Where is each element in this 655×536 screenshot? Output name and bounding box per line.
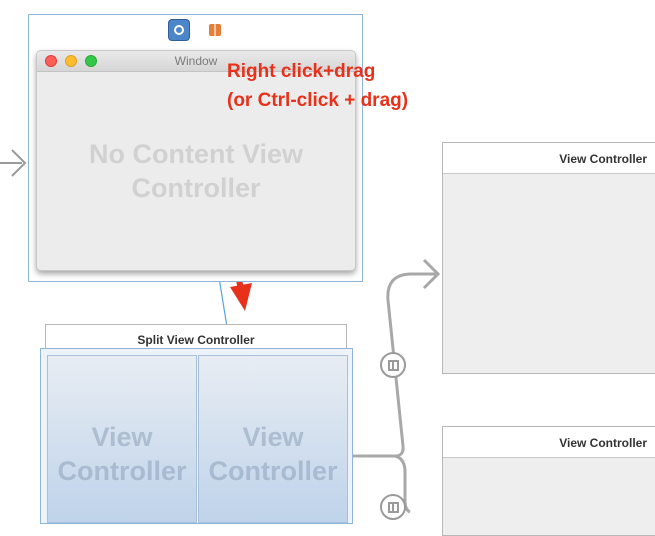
annotation-line1: Right click+drag (227, 61, 376, 82)
split-view-body[interactable]: View Controller View Controller (40, 348, 353, 524)
view-controller-header[interactable]: View Controller (443, 143, 655, 174)
right-pane-label-line1: View (242, 422, 304, 452)
split-view-relationship-icon[interactable] (380, 494, 406, 520)
split-left-pane[interactable]: View Controller (47, 355, 197, 523)
split-right-pane[interactable]: View Controller (198, 355, 348, 523)
right-pane-label-line2: Controller (208, 456, 338, 486)
entry-point-arrow-icon (0, 149, 27, 177)
view-controller-title: View Controller (559, 436, 647, 450)
view-controller-title: View Controller (559, 152, 647, 166)
relationship-segue-lines (350, 272, 436, 514)
view-controller-scene-2[interactable]: View Controller (442, 426, 655, 536)
view-controller-scene-1[interactable]: View Controller (442, 142, 655, 374)
split-view-scene-title: Split View Controller (137, 333, 255, 347)
first-responder-cube-icon[interactable] (205, 19, 227, 41)
view-controller-header[interactable]: View Controller (443, 427, 655, 458)
split-view-relationship-icon[interactable] (380, 352, 406, 378)
mac-window[interactable]: Window No Content View Controller (36, 50, 356, 271)
annotation-line2: (or Ctrl-click + drag) (227, 90, 409, 111)
no-content-placeholder-line2: Controller (131, 173, 261, 203)
view-controller-body[interactable] (443, 458, 655, 535)
window-controller-scene[interactable]: Window No Content View Controller (28, 14, 363, 282)
left-pane-label-line2: Controller (57, 456, 187, 486)
no-content-placeholder-line1: No Content View (88, 139, 303, 169)
view-controller-body[interactable] (443, 174, 655, 373)
window-controller-icon[interactable] (168, 19, 190, 41)
left-pane-label-line1: View (91, 422, 153, 452)
